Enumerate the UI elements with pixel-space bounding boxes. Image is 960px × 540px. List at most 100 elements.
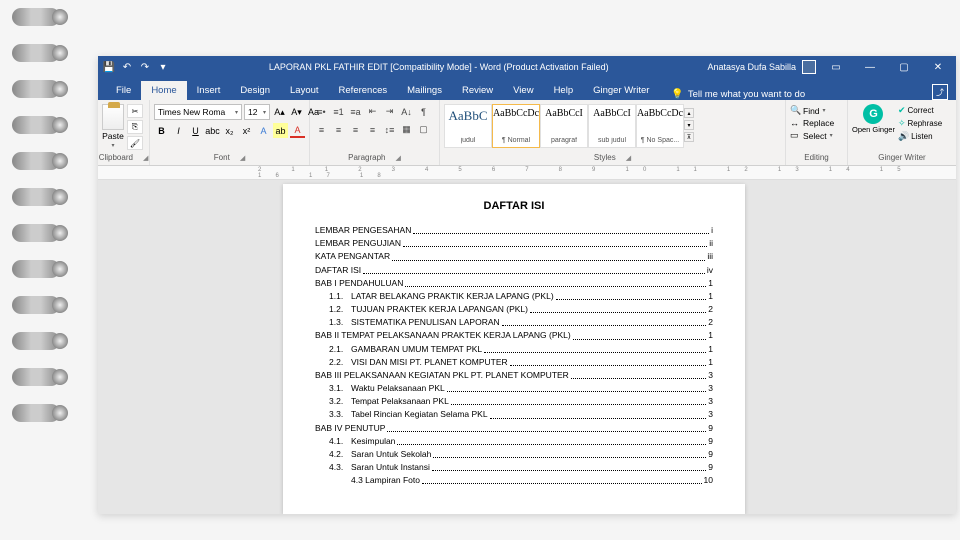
tab-insert[interactable]: Insert [187, 81, 231, 100]
style-judul[interactable]: AaBbCjudul [444, 104, 492, 148]
notebook-spiral [0, 0, 90, 540]
format-painter-button[interactable]: 🖌 [127, 136, 143, 150]
font-name-combo[interactable]: Times New Roma▾ [154, 104, 242, 120]
clipboard-launcher-icon[interactable]: ◢ [143, 154, 148, 162]
font-size-combo[interactable]: 12▾ [244, 104, 270, 120]
styles-more-icon[interactable]: ⊼ [684, 132, 694, 142]
borders-button[interactable]: ▢ [416, 122, 431, 137]
ribbon: Paste ▾ ✂ ⎘ 🖌 Clipboard◢ Times New Roma▾… [98, 100, 956, 166]
shading-button[interactable]: ▦ [399, 122, 414, 137]
sparkle-icon: ✧ [898, 118, 906, 129]
tab-help[interactable]: Help [544, 81, 584, 100]
align-center-button[interactable]: ≡ [331, 122, 346, 137]
word-window: 💾 ↶ ↷ ▾ LAPORAN PKL FATHIR EDIT [Compati… [98, 56, 956, 514]
bullets-button[interactable]: ≡• [314, 104, 329, 119]
font-color-button[interactable]: A [290, 123, 305, 138]
tab-file[interactable]: File [106, 81, 141, 100]
ginger-listen-button[interactable]: 🔊Listen [898, 130, 942, 143]
speaker-icon: 🔊 [898, 131, 909, 142]
styles-scroll-down-icon[interactable]: ▾ [684, 120, 694, 130]
styles-gallery[interactable]: AaBbCjudul AaBbCcDc¶ Normal AaBbCcIparag… [444, 104, 696, 148]
copy-button[interactable]: ⎘ [127, 120, 143, 134]
group-paragraph: ≡• ≡1 ≡a ⇤ ⇥ A↓ ¶ ≡ ≡ ≡ ≡ ↕≡ ▦ ▢ [310, 100, 440, 165]
grow-font-button[interactable]: A▴ [272, 105, 287, 120]
horizontal-ruler[interactable]: 2 1 1 2 3 4 5 6 7 8 9 10 11 12 13 14 15 … [98, 166, 956, 180]
tab-ginger-writer[interactable]: Ginger Writer [583, 81, 659, 100]
redo-icon[interactable]: ↷ [138, 60, 152, 74]
toc-entry: BAB IV PENUTUP9 [315, 422, 713, 435]
shrink-font-button[interactable]: A▾ [289, 105, 304, 120]
underline-button[interactable]: U [188, 123, 203, 138]
numbering-button[interactable]: ≡1 [331, 104, 346, 119]
tell-me-search[interactable]: 💡 Tell me what you want to do [671, 89, 805, 100]
tab-review[interactable]: Review [452, 81, 503, 100]
toc-entry: 3.1.Waktu Pelaksanaan PKL3 [315, 382, 713, 395]
toc-entry: 3.2.Tempat Pelaksanaan PKL3 [315, 395, 713, 408]
find-icon: 🔍 [790, 105, 800, 116]
open-ginger-button[interactable]: G Open Ginger [852, 104, 895, 134]
highlight-button[interactable]: ab [273, 123, 288, 138]
find-button[interactable]: 🔍Find▾ [790, 104, 826, 117]
multilevel-button[interactable]: ≡a [348, 104, 363, 119]
user-avatar[interactable] [802, 60, 816, 74]
tab-references[interactable]: References [329, 81, 398, 100]
tab-mailings[interactable]: Mailings [397, 81, 452, 100]
ribbon-tabs: File Home Insert Design Layout Reference… [98, 78, 956, 100]
show-marks-button[interactable]: ¶ [416, 104, 431, 119]
check-icon: ✔ [898, 105, 906, 116]
align-right-button[interactable]: ≡ [348, 122, 363, 137]
strikethrough-button[interactable]: abc [205, 123, 220, 138]
replace-button[interactable]: ↔Replace [790, 117, 834, 129]
save-icon[interactable]: 💾 [102, 60, 116, 74]
qat-dropdown-icon[interactable]: ▾ [156, 60, 170, 74]
tab-layout[interactable]: Layout [280, 81, 329, 100]
tell-me-placeholder: Tell me what you want to do [688, 89, 805, 100]
style-normal[interactable]: AaBbCcDc¶ Normal [492, 104, 540, 148]
bold-button[interactable]: B [154, 123, 169, 138]
ribbon-display-button[interactable]: ▭ [822, 56, 850, 78]
justify-button[interactable]: ≡ [365, 122, 380, 137]
maximize-button[interactable]: ▢ [890, 56, 918, 78]
table-of-contents: LEMBAR PENGESAHANiLEMBAR PENGUJIANiiKATA… [315, 224, 713, 487]
decrease-indent-button[interactable]: ⇤ [365, 104, 380, 119]
increase-indent-button[interactable]: ⇥ [382, 104, 397, 119]
share-button[interactable]: ⤴ [932, 84, 948, 100]
document-page[interactable]: DAFTAR ISI LEMBAR PENGESAHANiLEMBAR PENG… [283, 184, 745, 514]
paste-button[interactable]: Paste ▾ [102, 104, 124, 149]
undo-icon[interactable]: ↶ [120, 60, 134, 74]
toc-entry: 4.3.Saran Untuk Instansi9 [315, 461, 713, 474]
line-spacing-button[interactable]: ↕≡ [382, 122, 397, 137]
title-bar: 💾 ↶ ↷ ▾ LAPORAN PKL FATHIR EDIT [Compati… [98, 56, 956, 78]
group-font: Times New Roma▾ 12▾ A▴ A▾ Aa B I U abc x… [150, 100, 310, 165]
tab-design[interactable]: Design [230, 81, 280, 100]
font-launcher-icon[interactable]: ◢ [240, 154, 245, 162]
text-effects-button[interactable]: A [256, 123, 271, 138]
toc-entry: 4.1.Kesimpulan9 [315, 435, 713, 448]
style-sub-judul[interactable]: AaBbCcIsub judul [588, 104, 636, 148]
lightbulb-icon: 💡 [671, 89, 683, 100]
ginger-rephrase-button[interactable]: ✧Rephrase [898, 117, 942, 130]
tab-home[interactable]: Home [141, 81, 186, 100]
align-left-button[interactable]: ≡ [314, 122, 329, 137]
subscript-button[interactable]: x₂ [222, 123, 237, 138]
toc-entry: 1.2.TUJUAN PRAKTEK KERJA LAPANGAN (PKL)2 [315, 303, 713, 316]
tab-view[interactable]: View [503, 81, 543, 100]
close-button[interactable]: ✕ [924, 56, 952, 78]
styles-scroll-up-icon[interactable]: ▴ [684, 108, 694, 118]
select-button[interactable]: ▭Select▾ [790, 129, 833, 142]
sort-button[interactable]: A↓ [399, 104, 414, 119]
italic-button[interactable]: I [171, 123, 186, 138]
group-clipboard: Paste ▾ ✂ ⎘ 🖌 Clipboard◢ [98, 100, 150, 165]
toc-entry: 2.1.GAMBARAN UMUM TEMPAT PKL1 [315, 343, 713, 356]
toc-entry: BAB III PELAKSANAAN KEGIATAN PKL PT. PLA… [315, 369, 713, 382]
minimize-button[interactable]: — [856, 56, 884, 78]
cut-button[interactable]: ✂ [127, 104, 143, 118]
ginger-correct-button[interactable]: ✔Correct [898, 104, 942, 117]
styles-launcher-icon[interactable]: ◢ [626, 154, 631, 162]
paragraph-launcher-icon[interactable]: ◢ [395, 154, 400, 162]
document-title: LAPORAN PKL FATHIR EDIT [Compatibility M… [170, 62, 707, 72]
superscript-button[interactable]: x² [239, 123, 254, 138]
style-paragraf[interactable]: AaBbCcIparagraf [540, 104, 588, 148]
style-no-spacing[interactable]: AaBbCcDc¶ No Spac... [636, 104, 684, 148]
toc-entry: LEMBAR PENGESAHANi [315, 224, 713, 237]
